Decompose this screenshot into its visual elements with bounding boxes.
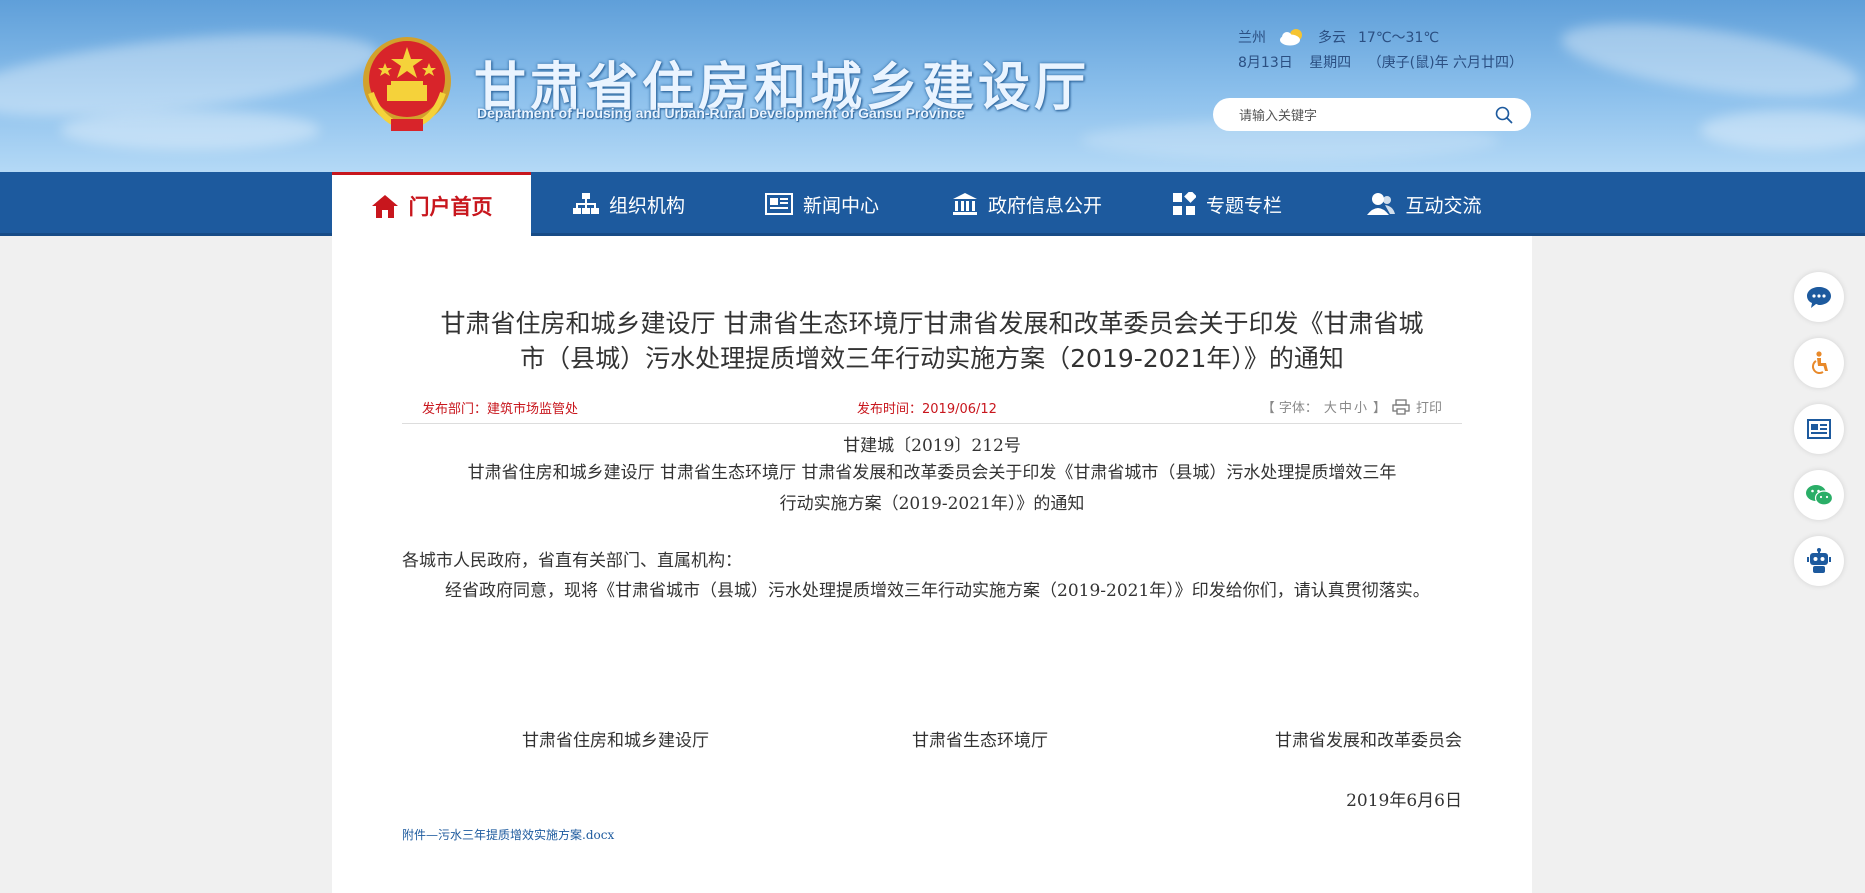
weather-condition: 多云 [1318,30,1346,46]
nav-item-gov-info[interactable]: 政府信息公开 [917,172,1137,236]
article-tools: 【 字体： 大 中 小 】 打印 [1262,397,1442,416]
nav-item-interaction[interactable]: 互动交流 [1317,172,1532,236]
national-emblem-icon [363,37,451,131]
font-size-medium[interactable]: 中 [1339,397,1352,416]
date-text: 8月13日 [1238,55,1293,71]
publish-time-label: 发布时间： [857,402,923,417]
print-button[interactable]: 打印 [1416,397,1442,416]
home-icon [371,194,398,218]
divider [402,423,1462,424]
weekday-text: 星期四 [1309,55,1352,71]
news-button[interactable] [1794,404,1844,454]
publish-time-value: 2019/06/12 [922,402,997,417]
users-icon [1367,193,1396,215]
document-number: 甘建城〔2019〕212号 [843,436,1021,456]
font-size-end: 】 [1372,401,1386,416]
signatory-eco-env-dept: 甘肃省生态环境厅 [912,731,1048,751]
weather-info: 兰州 多云 17℃～31℃ [1238,27,1439,47]
department-value: 建筑市场监管处 [487,402,579,417]
wechat-icon [1806,485,1833,506]
article-container: 甘肃省住房和城乡建设厅 甘肃省生态环境厅甘肃省发展和改革委员会关于印发《甘肃省城… [332,236,1532,893]
consult-button[interactable] [1794,272,1844,322]
font-size-label: 【 字体： [1261,401,1318,416]
nav-item-news[interactable]: 新闻中心 [727,172,917,236]
search-input[interactable] [1237,105,1481,127]
news-icon [1807,419,1831,439]
grid-icon [1172,192,1196,215]
newspaper-icon [764,193,793,215]
article-title-line1: 甘肃省住房和城乡建设厅 甘肃省生态环境厅甘肃省发展和改革委员会关于印发《甘肃省城 [440,309,1424,338]
salutation: 各城市人民政府，省直有关部门、直属机构： [402,551,742,571]
nav-item-home[interactable]: 门户首页 [332,172,531,236]
publish-department: 发布部门：建筑市场监管处 [422,398,578,417]
weather-city: 兰州 [1238,30,1266,46]
signatory-development-reform: 甘肃省发展和改革委员会 [1275,731,1462,751]
site-subtitle: Department of Housing and Urban-Rural De… [477,105,965,121]
chat-bubble-icon [1807,287,1831,308]
font-size-large[interactable]: 大 [1324,397,1337,416]
nav-label-organization: 组织机构 [608,194,685,217]
nav-item-special-topics[interactable]: 专题专栏 [1137,172,1317,236]
attachment-link[interactable]: 附件—污水三年提质增效实施方案.docx [402,826,614,843]
search-icon[interactable] [1495,106,1513,124]
weather-temperature: 17℃～31℃ [1358,30,1440,46]
department-label: 发布部门： [422,402,488,417]
nav-label-news: 新闻中心 [802,194,879,217]
government-building-icon [952,193,977,215]
search-box [1213,98,1531,131]
document-title-line1: 甘肃省住房和城乡建设厅 甘肃省生态环境厅 甘肃省发展和改革委员会关于印发《甘肃省… [467,463,1397,483]
partly-cloudy-icon [1280,29,1302,46]
accessibility-button[interactable] [1794,338,1844,388]
date-info: 8月13日 星期四 （庚子(鼠)年 六月廿四） [1238,52,1535,72]
main-nav: 门户首页 组织机构 新闻中心 政府信息公开 专题专栏 互动交流 [332,172,1532,236]
article-title: 甘肃省住房和城乡建设厅 甘肃省生态环境厅甘肃省发展和改革委员会关于印发《甘肃省城… [402,306,1462,376]
publish-time: 发布时间：2019/06/12 [857,398,997,417]
printer-icon[interactable] [1392,398,1410,415]
article-title-line2: 市（县城）污水处理提质增效三年行动实施方案（2019-2021年）》的通知 [520,344,1344,373]
nav-label-gov-info: 政府信息公开 [987,194,1102,217]
body-paragraph: 经省政府同意，现将《甘肃省城市（县城）污水处理提质增效三年行动实施方案（2019… [445,581,1430,601]
document-title: 甘肃省住房和城乡建设厅 甘肃省生态环境厅 甘肃省发展和改革委员会关于印发《甘肃省… [402,458,1462,520]
robot-icon [1807,548,1831,573]
nav-label-home: 门户首页 [408,194,493,219]
header-banner: 甘肃省住房和城乡建设厅 Department of Housing and Ur… [0,0,1865,172]
org-chart-icon [572,193,599,214]
document-title-line2: 行动实施方案（2019-2021年）》的通知 [779,494,1085,514]
accessibility-icon [1811,351,1828,375]
nav-label-special-topics: 专题专栏 [1205,194,1282,217]
nav-item-organization[interactable]: 组织机构 [531,172,727,236]
font-size-small[interactable]: 小 [1354,397,1367,416]
wechat-button[interactable] [1794,470,1844,520]
robot-assistant-button[interactable] [1794,536,1844,586]
sign-date: 2019年6月6日 [1346,791,1462,811]
lunar-date: （庚子(鼠)年 六月廿四） [1367,55,1524,71]
signatory-housing-dept: 甘肃省住房和城乡建设厅 [522,731,709,751]
nav-label-interaction: 互动交流 [1405,194,1482,217]
